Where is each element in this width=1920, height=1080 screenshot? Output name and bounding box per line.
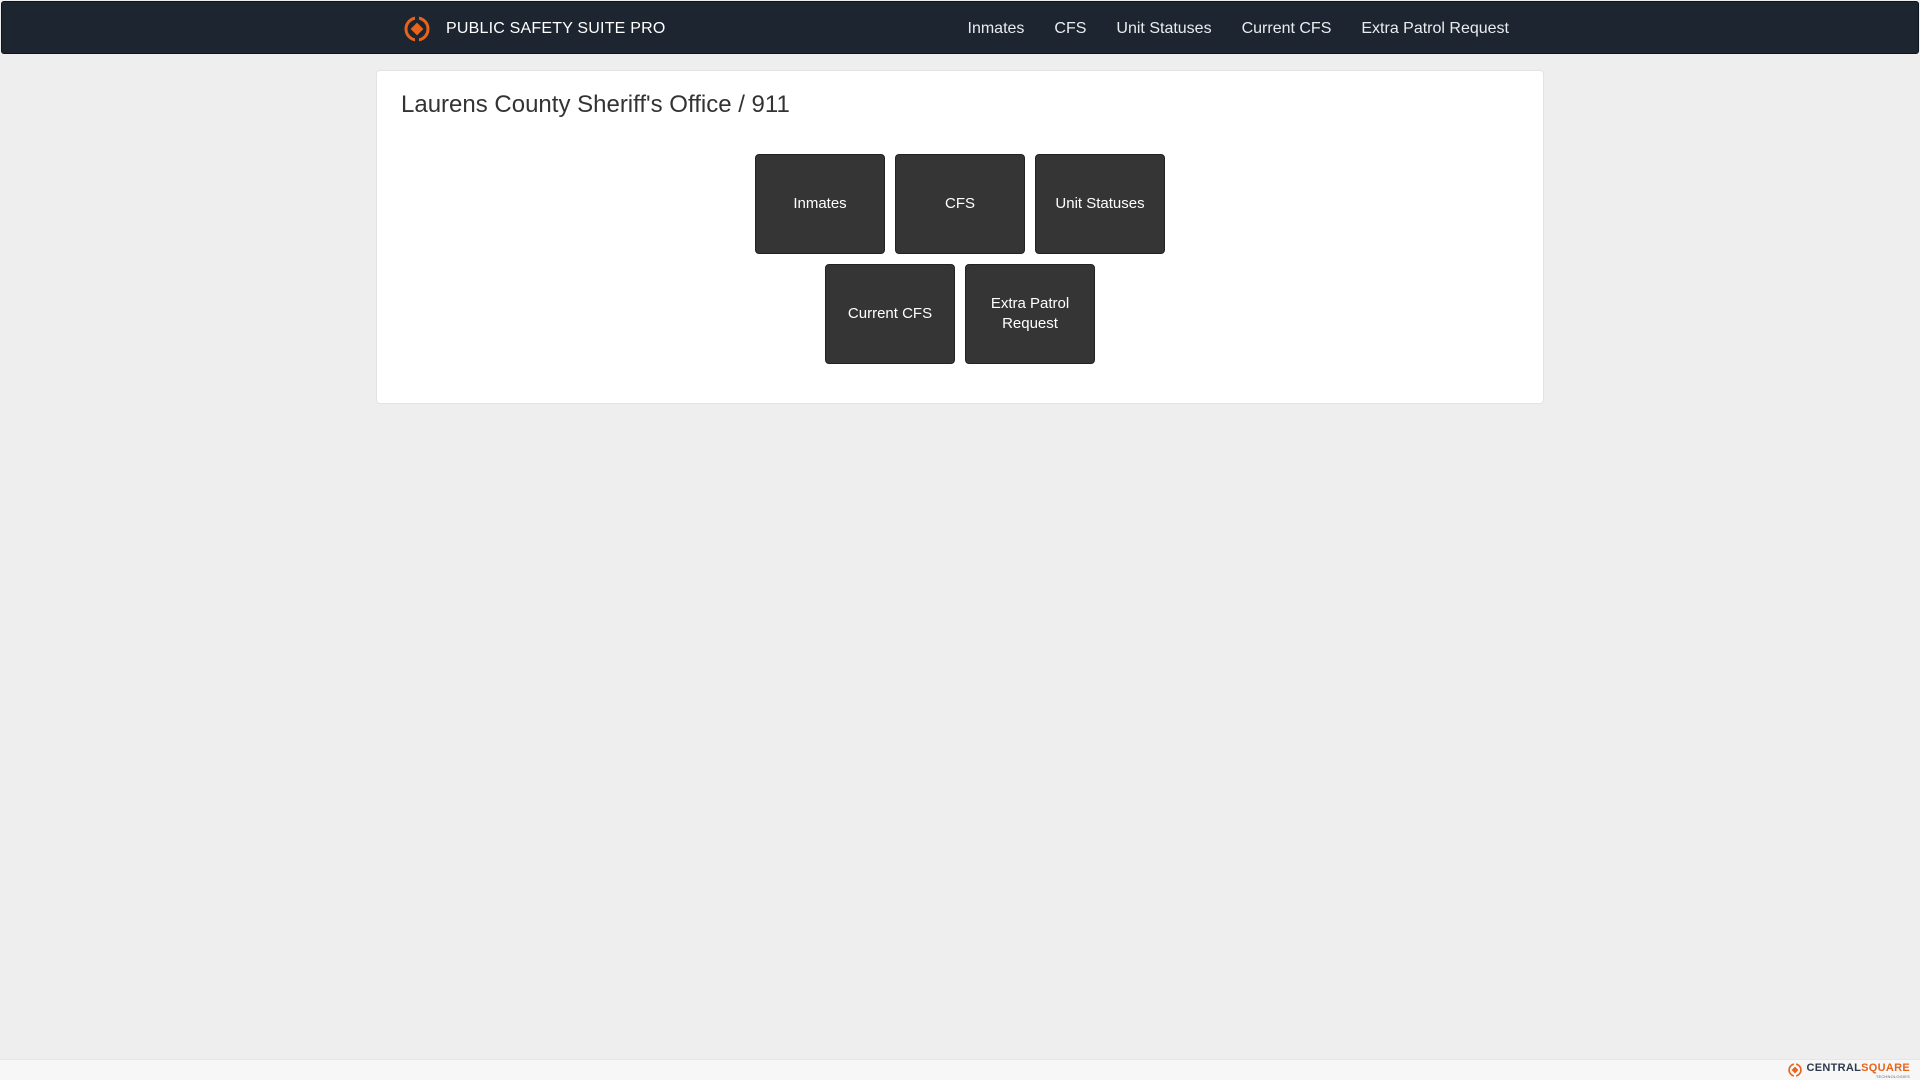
footer-brand-subtitle: TECHNOLOGIES	[1875, 1074, 1910, 1079]
nav-link-extra-patrol-request[interactable]: Extra Patrol Request	[1346, 20, 1524, 38]
main-card: Laurens County Sheriff's Office / 911 In…	[376, 70, 1544, 404]
page-title: Laurens County Sheriff's Office / 911	[401, 91, 790, 118]
nav-link-cfs[interactable]: CFS	[1039, 20, 1101, 38]
centralsquare-logo-icon	[404, 15, 430, 42]
nav-links: Inmates CFS Unit Statuses Current CFS Ex…	[953, 2, 1525, 55]
top-navbar: PUBLIC SAFETY SUITE PRO Inmates CFS Unit…	[1, 1, 1919, 54]
tile-current-cfs-button[interactable]: Current CFS	[825, 264, 955, 364]
tile-unit-statuses-button[interactable]: Unit Statuses	[1035, 154, 1165, 254]
footer-brand: CENTRALSQUARE TECHNOLOGIES	[1788, 1062, 1910, 1079]
brand[interactable]: PUBLIC SAFETY SUITE PRO	[404, 2, 665, 55]
nav-link-current-cfs[interactable]: Current CFS	[1227, 20, 1347, 38]
tile-inmates-button[interactable]: Inmates	[755, 154, 885, 254]
tile-cfs-button[interactable]: CFS	[895, 154, 1025, 254]
footer: CENTRALSQUARE TECHNOLOGIES	[0, 1059, 1920, 1080]
nav-link-inmates[interactable]: Inmates	[953, 20, 1040, 38]
nav-link-unit-statuses[interactable]: Unit Statuses	[1101, 20, 1226, 38]
tile-grid: Inmates CFS Unit Statuses Current CFS Ex…	[377, 154, 1543, 374]
footer-brand-text: CENTRALSQUARE	[1806, 1062, 1910, 1074]
centralsquare-logo-icon	[1788, 1063, 1803, 1077]
brand-title: PUBLIC SAFETY SUITE PRO	[446, 19, 666, 37]
tile-extra-patrol-request-button[interactable]: Extra Patrol Request	[965, 264, 1095, 364]
